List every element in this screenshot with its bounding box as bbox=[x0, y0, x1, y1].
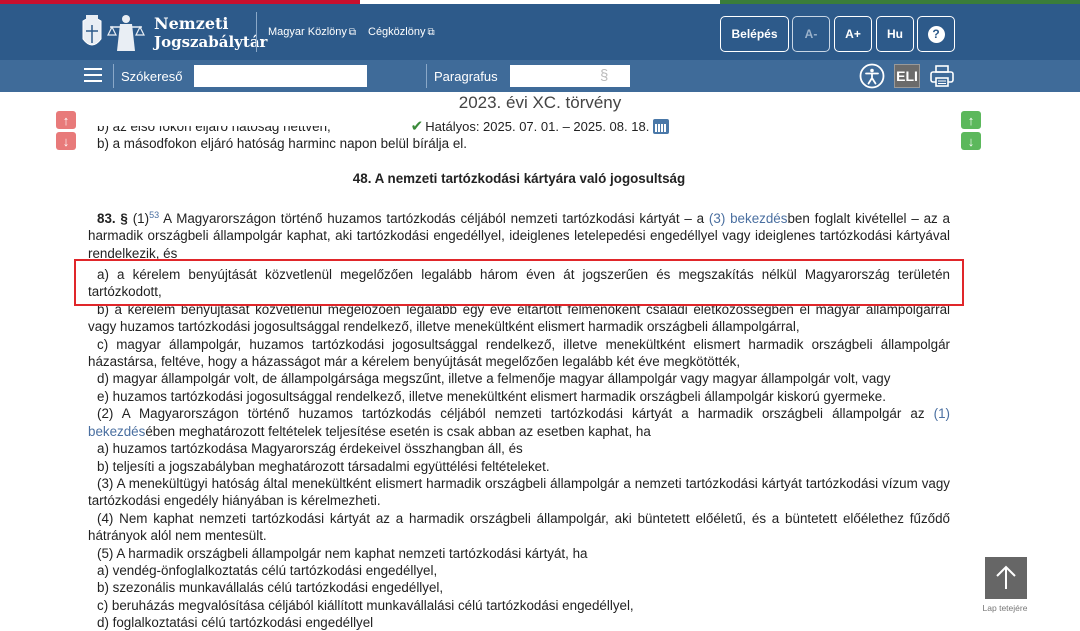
accessibility-icon[interactable] bbox=[858, 63, 886, 89]
back-to-top-button[interactable] bbox=[985, 557, 1027, 599]
para-5-item-c: c) beruházás megvalósítása céljából kiál… bbox=[97, 597, 634, 613]
cegkozlony-label: Cégközlöny bbox=[368, 26, 426, 38]
font-larger-button[interactable]: A+ bbox=[834, 16, 872, 52]
toolbar-divider bbox=[426, 64, 427, 88]
eli-label: ELI bbox=[894, 64, 920, 88]
section-number: 83. § bbox=[97, 210, 128, 226]
toolbar-divider bbox=[113, 64, 114, 88]
arrow-down-icon: ↓ bbox=[967, 133, 975, 149]
document-title: 2023. évi XC. törvény bbox=[458, 93, 622, 112]
clipped-line: b) az első fokon eljáró hatóság nettven, bbox=[97, 126, 331, 134]
arrow-up-icon bbox=[996, 565, 1016, 589]
menu-icon[interactable] bbox=[84, 68, 102, 82]
next-hit-up-button[interactable]: ↑ bbox=[961, 111, 981, 129]
item-c: c) magyar állampolgár, huzamos tartózkod… bbox=[88, 336, 950, 370]
section-83-para-2: (2) A Magyarországon történő huzamos tar… bbox=[88, 406, 950, 439]
eli-icon[interactable]: ELI bbox=[893, 63, 921, 89]
para-5-item-d: d) foglalkoztatási célú tartózkodási eng… bbox=[97, 615, 374, 631]
font-smaller-button[interactable]: A- bbox=[792, 16, 830, 52]
document-body: b) az első fokon eljáró hatóság nettven,… bbox=[88, 126, 950, 631]
external-link-icon: ⧉ bbox=[427, 26, 435, 38]
paragraph-line: b) a másodfokon eljáró hatóság harminc n… bbox=[97, 136, 467, 151]
item-d: d) magyar állampolgár volt, de állampolg… bbox=[97, 371, 891, 387]
help-icon: ? bbox=[927, 25, 945, 43]
section-83-para-1: 83. § (1)53 A Magyarországon történő huz… bbox=[88, 209, 950, 261]
logo-line-2: Jogszabálytár bbox=[154, 33, 268, 51]
item-b: b) a kérelem benyújtását közvetlenül meg… bbox=[88, 301, 950, 335]
prev-hit-down-button[interactable]: ↓ bbox=[56, 132, 76, 150]
print-icon[interactable] bbox=[928, 63, 956, 89]
item-e: e) huzamos tartózkodási jogosultsággal r… bbox=[97, 388, 886, 404]
prev-hit-up-button[interactable]: ↑ bbox=[56, 111, 76, 129]
header-divider bbox=[256, 12, 257, 52]
paragraph-symbol-icon: § bbox=[600, 67, 609, 84]
section-83-para-5: (5) A harmadik országbeli állampolgár ne… bbox=[97, 545, 588, 561]
para-2-item-b: b) teljesíti a jogszabályban meghatározo… bbox=[97, 458, 550, 474]
paragraph-search-label: Paragrafus bbox=[434, 69, 498, 84]
section-83-para-3: (3) A menekültügyi hatóság által menekül… bbox=[88, 475, 950, 509]
back-to-top-label: Lap tetejére bbox=[982, 603, 1028, 613]
para-2-item-a: a) huzamos tartózkodása Magyarország érd… bbox=[97, 441, 523, 457]
logo-line-1: Nemzeti bbox=[154, 14, 229, 33]
section-title: 48. A nemzeti tartózkodási kártyára való… bbox=[352, 171, 686, 187]
arrow-down-icon: ↓ bbox=[62, 133, 70, 149]
magyar-kozlony-link[interactable]: Magyar Közlöny ⧉ bbox=[268, 26, 356, 38]
search-toolbar: Szókereső Paragrafus § ELI bbox=[0, 60, 1080, 92]
help-button[interactable]: ? bbox=[917, 16, 955, 52]
arrow-up-icon: ↑ bbox=[62, 112, 70, 128]
highlight-box bbox=[74, 259, 964, 306]
cegkozlony-link[interactable]: Cégközlöny ⧉ bbox=[368, 26, 435, 38]
para-5-item-a: a) vendég-önfoglalkoztatás célú tartózko… bbox=[97, 562, 438, 578]
section-83-para-4: (4) Nem kaphat nemzeti tartózkodási kárt… bbox=[88, 510, 950, 544]
footnote-ref[interactable]: 53 bbox=[149, 210, 159, 220]
coat-of-arms-icon bbox=[82, 15, 145, 51]
keyword-search-label: Szókereső bbox=[121, 69, 183, 84]
para-5-item-b: b) szezonális munkavállalás célú tartózk… bbox=[97, 580, 444, 596]
logo-text: Nemzeti Jogszabálytár bbox=[154, 14, 267, 52]
site-header: Nemzeti Jogszabálytár Magyar Közlöny ⧉ C… bbox=[0, 4, 1080, 60]
external-link-icon: ⧉ bbox=[348, 26, 357, 38]
paragraph-search-input[interactable] bbox=[510, 65, 630, 87]
site-logo[interactable]: Nemzeti Jogszabálytár bbox=[80, 10, 267, 56]
language-button[interactable]: Hu bbox=[876, 16, 914, 52]
login-button[interactable]: Belépés bbox=[720, 16, 789, 52]
next-hit-down-button[interactable]: ↓ bbox=[961, 132, 981, 150]
arrow-up-icon: ↑ bbox=[967, 112, 975, 128]
keyword-search-input[interactable] bbox=[194, 65, 367, 87]
cross-ref-link[interactable]: (3) bekezdés bbox=[709, 211, 788, 226]
magyar-kozlony-label: Magyar Közlöny bbox=[268, 26, 347, 38]
